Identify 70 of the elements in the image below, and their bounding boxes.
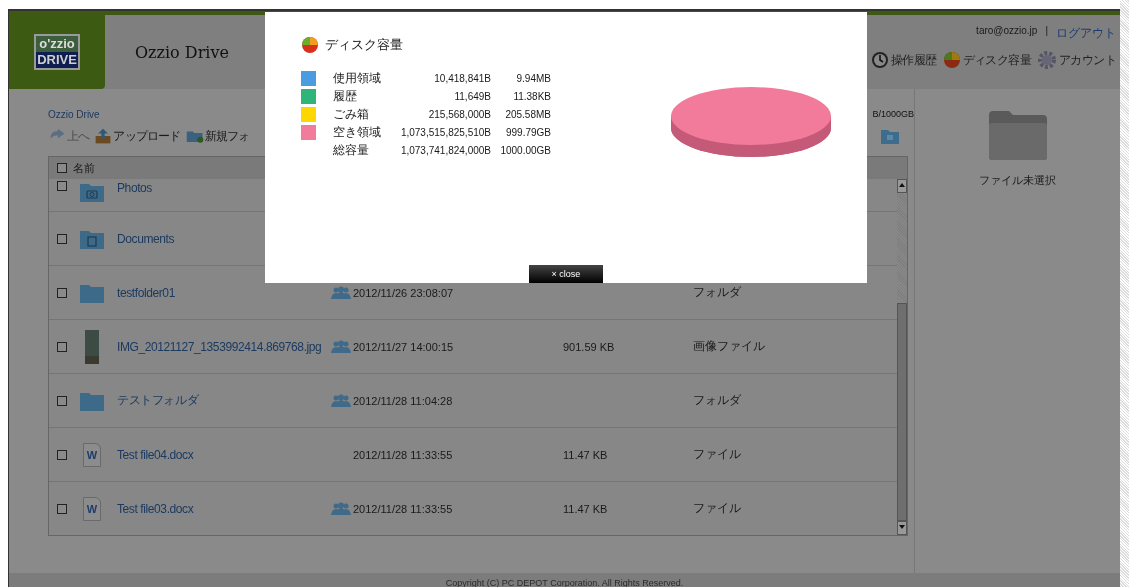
user-email: taro@ozzio.jp [976, 25, 1038, 38]
modified-date: 2012/11/28 11:04:28 [353, 394, 453, 407]
byte-count: 11,649B [453, 90, 491, 102]
legend-label: 空き領域 [333, 123, 382, 141]
logo[interactable]: o'zzio DRIVE [9, 15, 105, 89]
nav-link[interactable]: 操作履歴 [871, 50, 937, 70]
size-value: 1000.00GB [499, 144, 551, 156]
folder-icon [986, 109, 1049, 161]
image-thumbnail-icon [85, 329, 99, 364]
modified-date: 2012/11/27 14:00:15 [353, 340, 454, 353]
row-checkbox[interactable] [57, 233, 67, 244]
row-checkbox[interactable] [57, 287, 67, 298]
dialog-title: ディスク容量 [325, 36, 403, 54]
file-type: フォルダ [693, 393, 741, 407]
pie-chart-icon [942, 51, 961, 69]
file-type: ファイル [693, 447, 741, 461]
file-type: 画像ファイル [693, 339, 765, 353]
file-type: ファイル [693, 501, 741, 515]
nav-link[interactable]: アカウント [1037, 50, 1116, 70]
clock-icon [871, 51, 889, 69]
breadcrumb-link[interactable]: Ozzio Drive [48, 109, 100, 120]
size-value: 205.58MB [504, 108, 551, 120]
toolbar-button[interactable]: アップロード [94, 126, 181, 146]
row-checkbox[interactable] [57, 503, 67, 514]
legend-label: 総容量 [333, 141, 370, 159]
modified-date: 2012/11/28 11:33:55 [353, 448, 453, 461]
row-checkbox[interactable] [57, 181, 67, 191]
word-document-icon: W [83, 496, 101, 521]
scrollbar[interactable] [1120, 0, 1129, 587]
scrollbar[interactable] [897, 179, 907, 535]
size-value: 11.38KB [512, 90, 551, 102]
camera-folder-icon [79, 181, 105, 203]
column-header[interactable]: 名前 [73, 160, 95, 176]
storage-usage: B/1000GB [872, 109, 914, 120]
logout-link[interactable]: ログアウト [1056, 25, 1116, 42]
byte-count: 215,568,000B [427, 108, 491, 120]
gear-icon [1037, 50, 1057, 70]
upload-icon [94, 126, 113, 146]
copyright-text: Copyright (C) PC DEPOT Corporation. All Rights Reserved. [445, 578, 684, 587]
size-value: 999.79GB [504, 126, 551, 138]
nav-link[interactable]: ディスク容量 [942, 50, 1031, 70]
file-name-link[interactable]: Test file04.docx [117, 447, 329, 462]
file-size: 11.47 KB [563, 502, 608, 515]
no-file-selected-label: ファイル未選択 [979, 173, 1056, 188]
legend-label: 使用領域 [333, 69, 382, 87]
legend-label: 履歴 [333, 87, 358, 105]
legend-label: ごみ箱 [333, 105, 370, 123]
modified-date: 2012/11/28 11:33:55 [353, 502, 453, 515]
site-title: Ozzio Drive [134, 41, 229, 64]
file-name-link[interactable]: testfolder01 [117, 285, 329, 300]
byte-count: 1,073,741,824,000B [399, 144, 491, 156]
word-document-icon: W [83, 442, 101, 467]
close-button[interactable]: × close [529, 265, 603, 283]
file-name-link[interactable]: Test file03.docx [117, 501, 329, 516]
row-checkbox[interactable] [57, 341, 67, 352]
byte-count: 1,073,515,825,510B [399, 126, 491, 138]
file-size: 11.47 KB [563, 448, 608, 461]
pie-chart-icon [301, 36, 319, 54]
size-value: 9.94MB [515, 72, 551, 84]
file-type: フォルダ [693, 285, 741, 299]
file-name-link[interactable]: テストフォルダ [117, 392, 329, 409]
modified-date: 2012/11/26 23:08:07 [353, 286, 454, 299]
select-all-checkbox[interactable] [57, 163, 67, 173]
separator: | [1045, 25, 1048, 38]
row-checkbox[interactable] [57, 395, 67, 406]
file-size: 901.59 KB [563, 340, 615, 353]
row-checkbox[interactable] [57, 449, 67, 460]
byte-count: 10,418,841B [433, 72, 491, 84]
toolbar-button[interactable]: 新規フォ [185, 126, 250, 146]
file-name-link[interactable]: IMG_20121127_1353992414.869768.jpg [117, 339, 329, 354]
